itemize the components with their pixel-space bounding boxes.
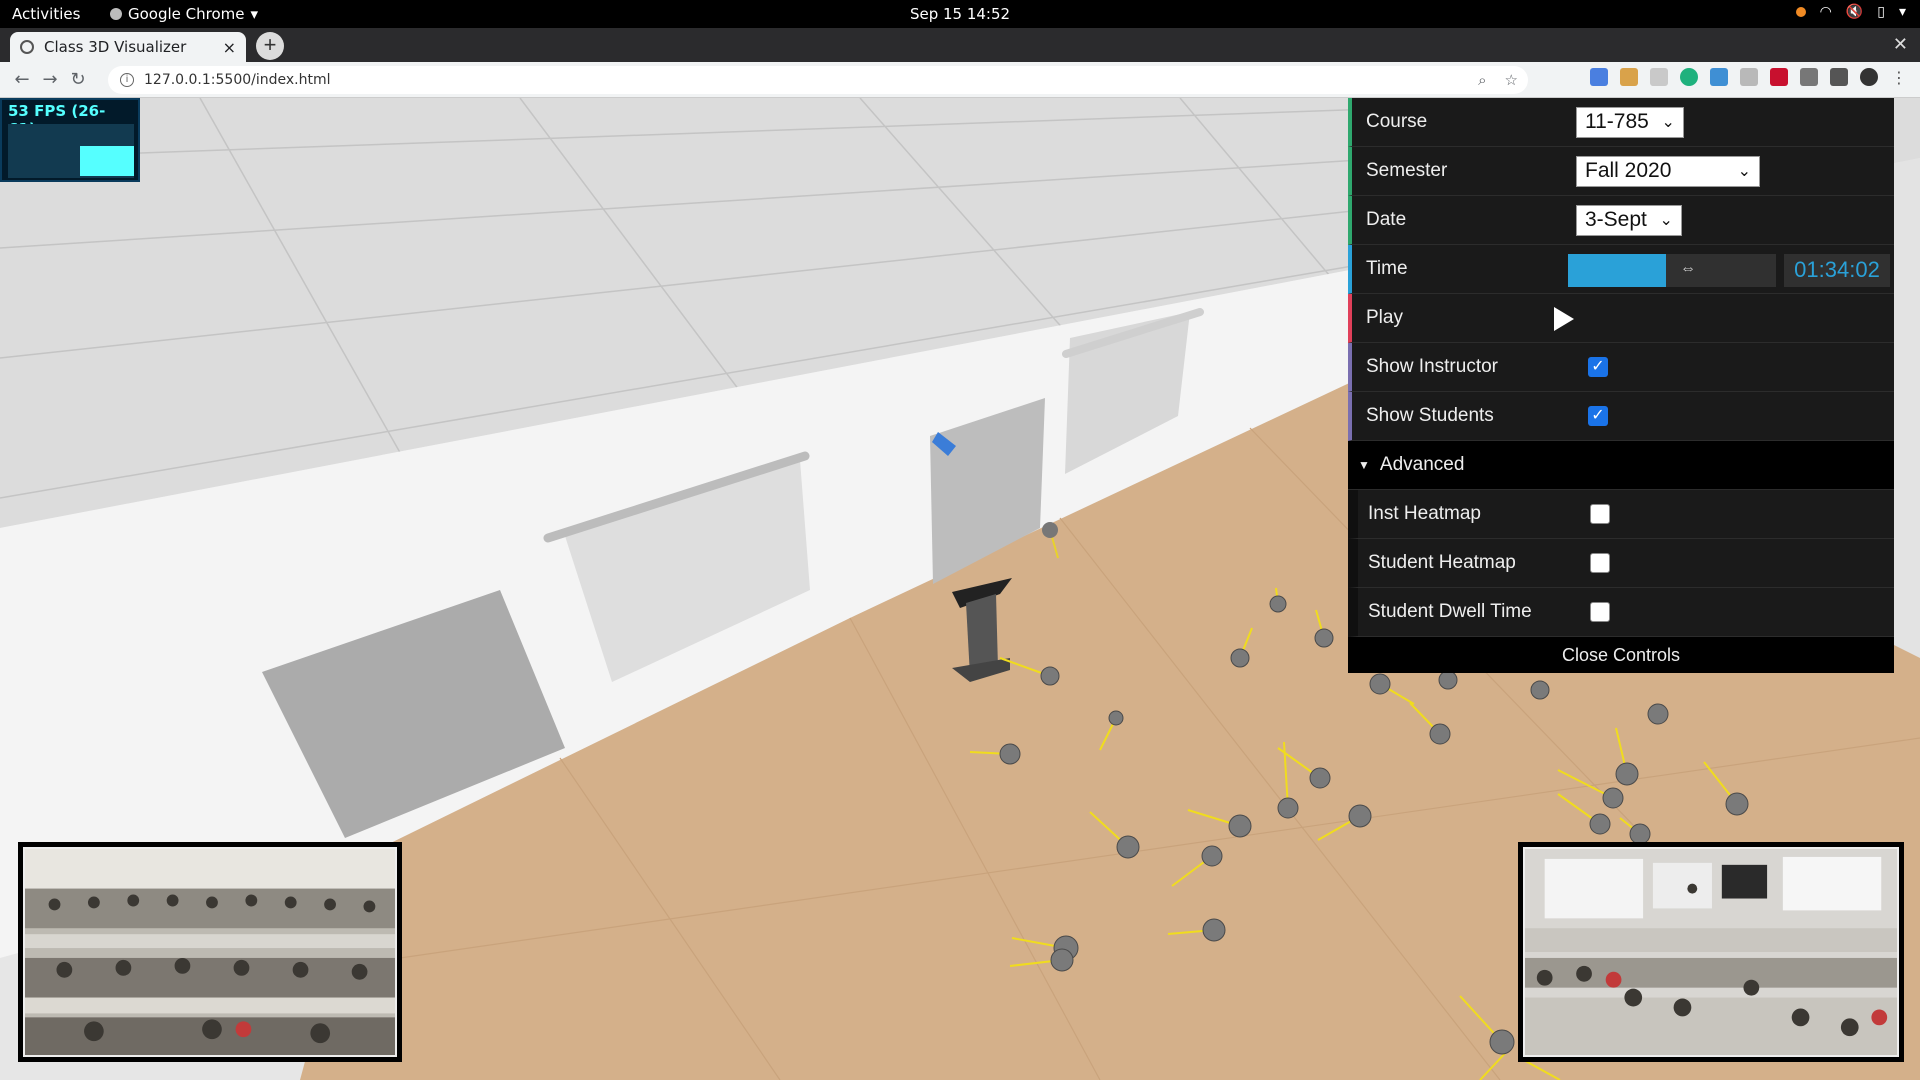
time-row: Time ⇔ 01:34:02	[1348, 245, 1894, 294]
extensions-bar: ⋮	[1590, 68, 1908, 87]
advanced-label: Advanced	[1379, 454, 1465, 475]
chevron-down-icon: ▾	[250, 5, 259, 23]
chevron-down-icon: ⌄	[1737, 163, 1751, 180]
fps-meter[interactable]: 53 FPS (26-61)	[0, 98, 140, 182]
zoom-icon[interactable]: ⌕	[1478, 71, 1486, 89]
date-value: 3-Sept	[1585, 208, 1647, 231]
semester-row: Semester Fall 2020 ⌄	[1348, 147, 1894, 196]
window-extension-icon[interactable]	[1710, 68, 1728, 86]
info-icon[interactable]: i	[120, 73, 134, 87]
browser-tab[interactable]: Class 3D Visualizer ×	[10, 32, 246, 62]
os-top-bar: Activities Google Chrome ▾ Sep 15 14:52 …	[0, 0, 1920, 28]
inst-heatmap-checkbox[interactable]	[1590, 504, 1610, 524]
chevron-down-icon: ⌄	[1659, 212, 1673, 229]
time-slider-fill	[1568, 254, 1666, 287]
classroom-video-frame-left	[23, 847, 397, 1057]
chrome-icon	[110, 8, 122, 20]
back-arrow-icon[interactable]: ←	[8, 69, 36, 90]
chevron-down-icon: ⌄	[1661, 114, 1675, 131]
fps-graph	[8, 124, 134, 178]
course-select[interactable]: 11-785 ⌄	[1576, 107, 1684, 138]
show-students-row: Show Students ✓	[1348, 392, 1894, 441]
url-field[interactable]: i 127.0.0.1:5500/index.html ⌕ ☆	[108, 66, 1528, 94]
translate-extension-icon[interactable]	[1590, 68, 1608, 86]
student-heatmap-checkbox[interactable]	[1590, 553, 1610, 573]
time-value[interactable]: 01:34:02	[1784, 254, 1890, 287]
course-label: Course	[1366, 111, 1428, 132]
close-controls-button[interactable]: Close Controls	[1348, 637, 1894, 673]
triangle-down-icon: ▼	[1358, 458, 1370, 472]
globe-icon	[20, 40, 34, 54]
course-row: Course 11-785 ⌄	[1348, 98, 1894, 147]
close-window-icon[interactable]: ✕	[1893, 34, 1908, 55]
student-heatmap-row: Student Heatmap	[1348, 539, 1894, 588]
camera-feed-right	[1518, 842, 1904, 1062]
address-bar-row: ← → ↻ i 127.0.0.1:5500/index.html ⌕ ☆ ⋮	[0, 62, 1920, 98]
show-students-label: Show Students	[1366, 405, 1494, 426]
clock[interactable]: Sep 15 14:52	[0, 5, 1920, 23]
media-control-icon[interactable]	[1830, 68, 1848, 86]
system-tray[interactable]: ◠ 🔇 ▯ ▾	[1795, 4, 1906, 20]
classroom-video-frame-right	[1523, 847, 1899, 1057]
controls-panel: Course 11-785 ⌄ Semester Fall 2020 ⌄ Dat…	[1348, 98, 1894, 673]
new-tab-button[interactable]: +	[256, 32, 284, 60]
grid-extension-icon[interactable]	[1650, 68, 1668, 86]
play-icon[interactable]	[1554, 307, 1574, 331]
close-tab-icon[interactable]: ×	[223, 38, 236, 57]
more-menu-icon[interactable]: ⋮	[1890, 68, 1908, 87]
profile-avatar[interactable]	[1860, 68, 1878, 86]
reload-icon[interactable]: ↻	[64, 69, 92, 90]
time-label: Time	[1366, 258, 1408, 279]
semester-label: Semester	[1366, 160, 1448, 181]
activities-button[interactable]: Activities	[12, 5, 80, 23]
panel-extension-icon[interactable]	[1740, 68, 1758, 86]
wifi-icon: ◠	[1819, 4, 1832, 20]
instructor-head	[1042, 522, 1058, 538]
notification-dot-icon	[1795, 7, 1806, 17]
date-label: Date	[1366, 209, 1407, 230]
resize-cursor-icon: ⇔	[1680, 260, 1696, 277]
volume-muted-icon: 🔇	[1845, 4, 1864, 20]
fps-bar	[80, 146, 134, 176]
play-label: Play	[1366, 307, 1403, 328]
play-row: Play	[1348, 294, 1894, 343]
tab-strip: Class 3D Visualizer × + ✕	[0, 28, 1920, 62]
shield-extension-icon[interactable]	[1770, 68, 1788, 86]
grammarly-extension-icon[interactable]	[1680, 68, 1698, 86]
student-dwell-time-label: Student Dwell Time	[1368, 601, 1532, 622]
advanced-folder[interactable]: ▼ Advanced	[1348, 441, 1894, 490]
show-students-checkbox[interactable]: ✓	[1588, 406, 1608, 426]
bookmark-star-icon[interactable]: ☆	[1505, 71, 1518, 89]
show-instructor-checkbox[interactable]: ✓	[1588, 357, 1608, 377]
battery-icon: ▯	[1877, 4, 1885, 20]
course-value: 11-785	[1585, 110, 1649, 133]
camera-feed-left	[18, 842, 402, 1062]
url-text: 127.0.0.1:5500/index.html	[144, 72, 331, 88]
extension-icon[interactable]	[1620, 68, 1638, 86]
time-slider[interactable]: ⇔	[1568, 254, 1776, 287]
inst-heatmap-label: Inst Heatmap	[1368, 503, 1481, 524]
semester-value: Fall 2020	[1585, 159, 1672, 182]
show-instructor-label: Show Instructor	[1366, 356, 1498, 377]
app-name: Google Chrome	[128, 5, 245, 23]
student-heatmap-label: Student Heatmap	[1368, 552, 1516, 573]
puzzle-extensions-icon[interactable]	[1800, 68, 1818, 86]
date-select[interactable]: 3-Sept ⌄	[1576, 205, 1682, 236]
show-instructor-row: Show Instructor ✓	[1348, 343, 1894, 392]
inst-heatmap-row: Inst Heatmap	[1348, 490, 1894, 539]
forward-arrow-icon[interactable]: →	[36, 69, 64, 90]
student-dwell-time-row: Student Dwell Time	[1348, 588, 1894, 637]
app-menu[interactable]: Google Chrome ▾	[110, 5, 258, 23]
chevron-down-icon: ▾	[1898, 4, 1906, 20]
date-row: Date 3-Sept ⌄	[1348, 196, 1894, 245]
student-dwell-time-checkbox[interactable]	[1590, 602, 1610, 622]
tab-title: Class 3D Visualizer	[44, 38, 187, 56]
semester-select[interactable]: Fall 2020 ⌄	[1576, 156, 1760, 187]
